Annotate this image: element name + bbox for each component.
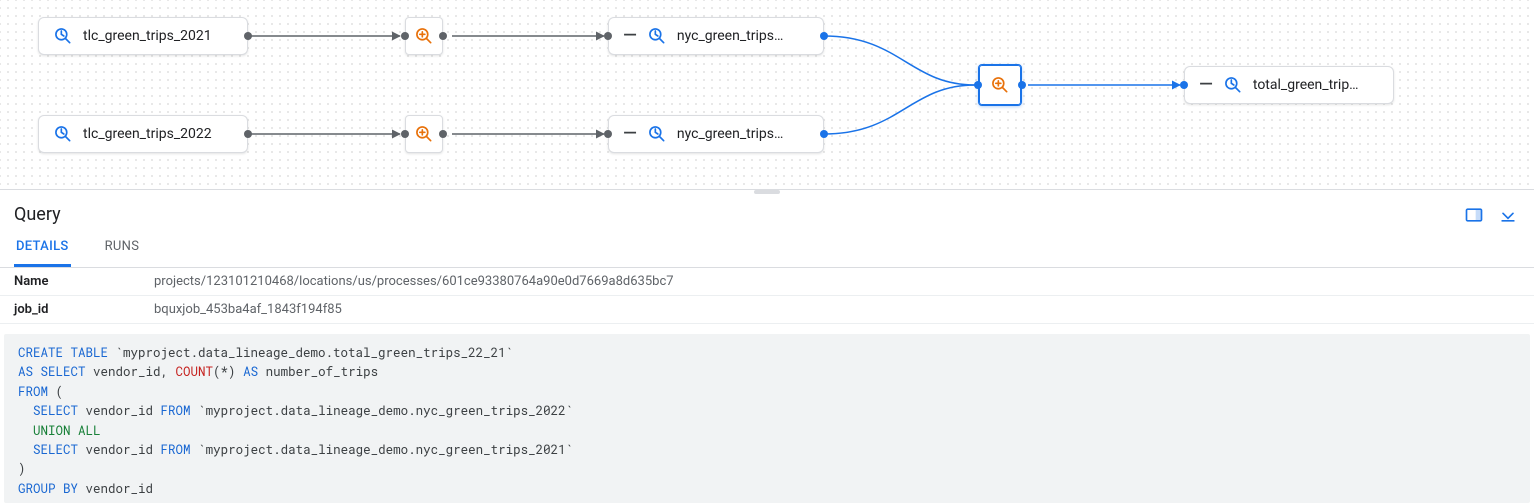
port-in [604,130,612,138]
lineage-node-source[interactable]: tlc_green_trips_2022 [38,115,248,153]
lineage-node-target[interactable]: — total_green_trip… [1184,66,1394,104]
bigquery-icon [647,124,667,144]
collapse-icon[interactable]: — [1199,76,1213,94]
panel-title: Query [14,204,61,225]
port-in [974,81,982,89]
lineage-node-process-selected[interactable] [978,64,1022,106]
port-in [401,32,409,40]
table-row: Name projects/123101210468/locations/us/… [0,268,1534,296]
bigquery-icon [53,124,73,144]
bigquery-icon [53,26,73,46]
lineage-node-process[interactable] [405,17,443,55]
bigquery-icon [1223,75,1243,95]
port-in [401,130,409,138]
port-out [439,130,447,138]
node-label: nyc_green_trips… [677,126,783,142]
details-table: Name projects/123101210468/locations/us/… [0,268,1534,324]
port-in [604,32,612,40]
port-out [244,32,252,40]
node-label: tlc_green_trips_2022 [83,126,212,142]
port-out [820,130,828,138]
panel-actions [1464,205,1518,225]
detail-key: Name [0,268,140,296]
query-process-icon [990,75,1010,95]
collapse-panel-icon[interactable] [1498,205,1518,225]
collapse-icon[interactable]: — [623,27,637,45]
port-out [244,130,252,138]
node-label: tlc_green_trips_2021 [83,28,212,44]
port-in [1180,81,1188,89]
port-out [439,32,447,40]
lineage-node-source[interactable]: tlc_green_trips_2021 [38,17,248,55]
detail-value: bquxjob_453ba4af_1843f194f85 [140,296,1534,324]
collapse-icon[interactable]: — [623,125,637,143]
port-out [820,32,828,40]
panel-header: Query [0,194,1534,229]
lineage-node-table[interactable]: — nyc_green_trips… [608,17,824,55]
query-process-icon [414,26,434,46]
detail-value: projects/123101210468/locations/us/proce… [140,268,1534,296]
sql-code-block[interactable]: CREATE TABLE `myproject.data_lineage_dem… [4,334,1530,503]
panel-tabs: DETAILS RUNS [0,229,1534,268]
side-panel-toggle-icon[interactable] [1464,205,1484,225]
lineage-node-process[interactable] [405,115,443,153]
query-panel: Query DETAILS RUNS Name projects/1231012… [0,194,1534,503]
tab-details[interactable]: DETAILS [14,229,71,267]
node-label: nyc_green_trips… [677,28,783,44]
bigquery-icon [647,26,667,46]
node-label: total_green_trip… [1253,77,1359,93]
port-out [1018,81,1026,89]
tab-runs[interactable]: RUNS [103,229,142,267]
detail-key: job_id [0,296,140,324]
query-process-icon [414,124,434,144]
lineage-canvas[interactable]: tlc_green_trips_2021 tlc_green_trips_202… [0,0,1534,190]
table-row: job_id bquxjob_453ba4af_1843f194f85 [0,296,1534,324]
lineage-node-table[interactable]: — nyc_green_trips… [608,115,824,153]
